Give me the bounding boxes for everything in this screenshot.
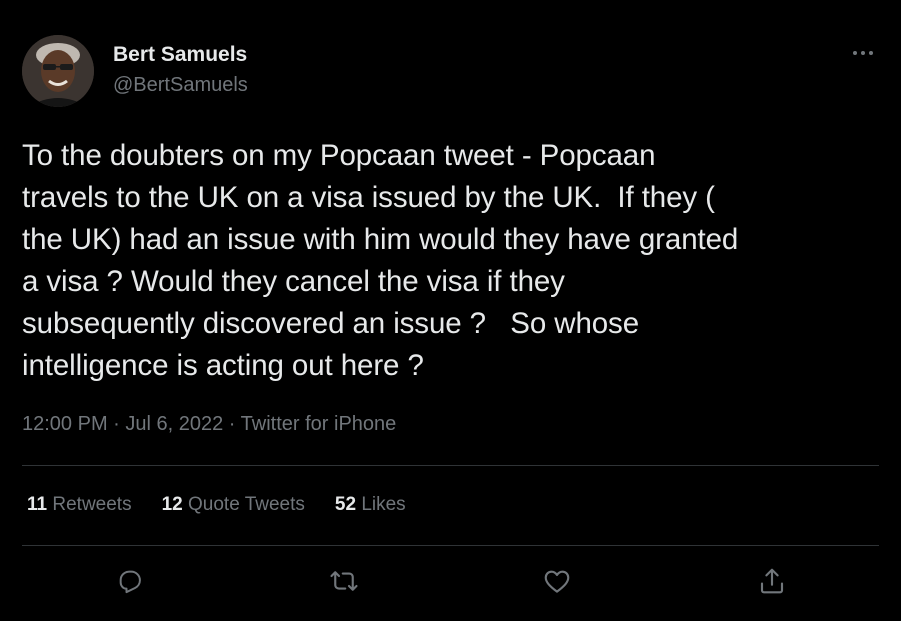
retweets-count[interactable]: 11 Retweets [27,494,132,516]
retweets-label: Retweets [52,494,132,515]
more-options-button[interactable] [848,40,878,66]
quote-tweets-label: Quote Tweets [188,494,305,515]
reply-button[interactable] [113,564,147,598]
like-button[interactable] [540,564,574,598]
tweet-time[interactable]: 12:00 PM [22,413,108,435]
divider [22,465,879,466]
likes-count[interactable]: 52 Likes [335,494,406,516]
likes-label: Likes [361,494,406,515]
tweet-date[interactable]: Jul 6, 2022 [125,413,223,435]
meta-separator: · [107,413,126,435]
tweet-text: To the doubters on my Popcaan tweet - Po… [22,139,739,382]
author-handle[interactable]: @BertSamuels [113,74,248,97]
reply-icon [119,570,141,594]
more-icon [853,51,873,55]
quote-tweets-number: 12 [161,494,183,515]
engagement-stats: 11 Retweets 12 Quote Tweets 52 Likes [27,494,406,516]
retweet-button[interactable] [327,564,361,598]
share-button[interactable] [755,564,789,598]
like-icon [544,570,570,593]
tweet-source[interactable]: Twitter for iPhone [241,413,397,435]
divider [22,545,879,546]
profile-photo-icon [22,35,94,107]
meta-separator: · [223,413,241,435]
author-display-name[interactable]: Bert Samuels [113,43,247,67]
avatar[interactable] [22,35,94,107]
retweets-number: 11 [27,494,48,515]
quote-tweets-count[interactable]: 12 Quote Tweets [162,494,305,516]
retweet-icon [330,571,358,591]
share-icon [760,568,784,594]
tweet-metadata: 12:00 PM · Jul 6, 2022 · Twitter for iPh… [22,413,396,436]
likes-number: 52 [334,494,357,515]
